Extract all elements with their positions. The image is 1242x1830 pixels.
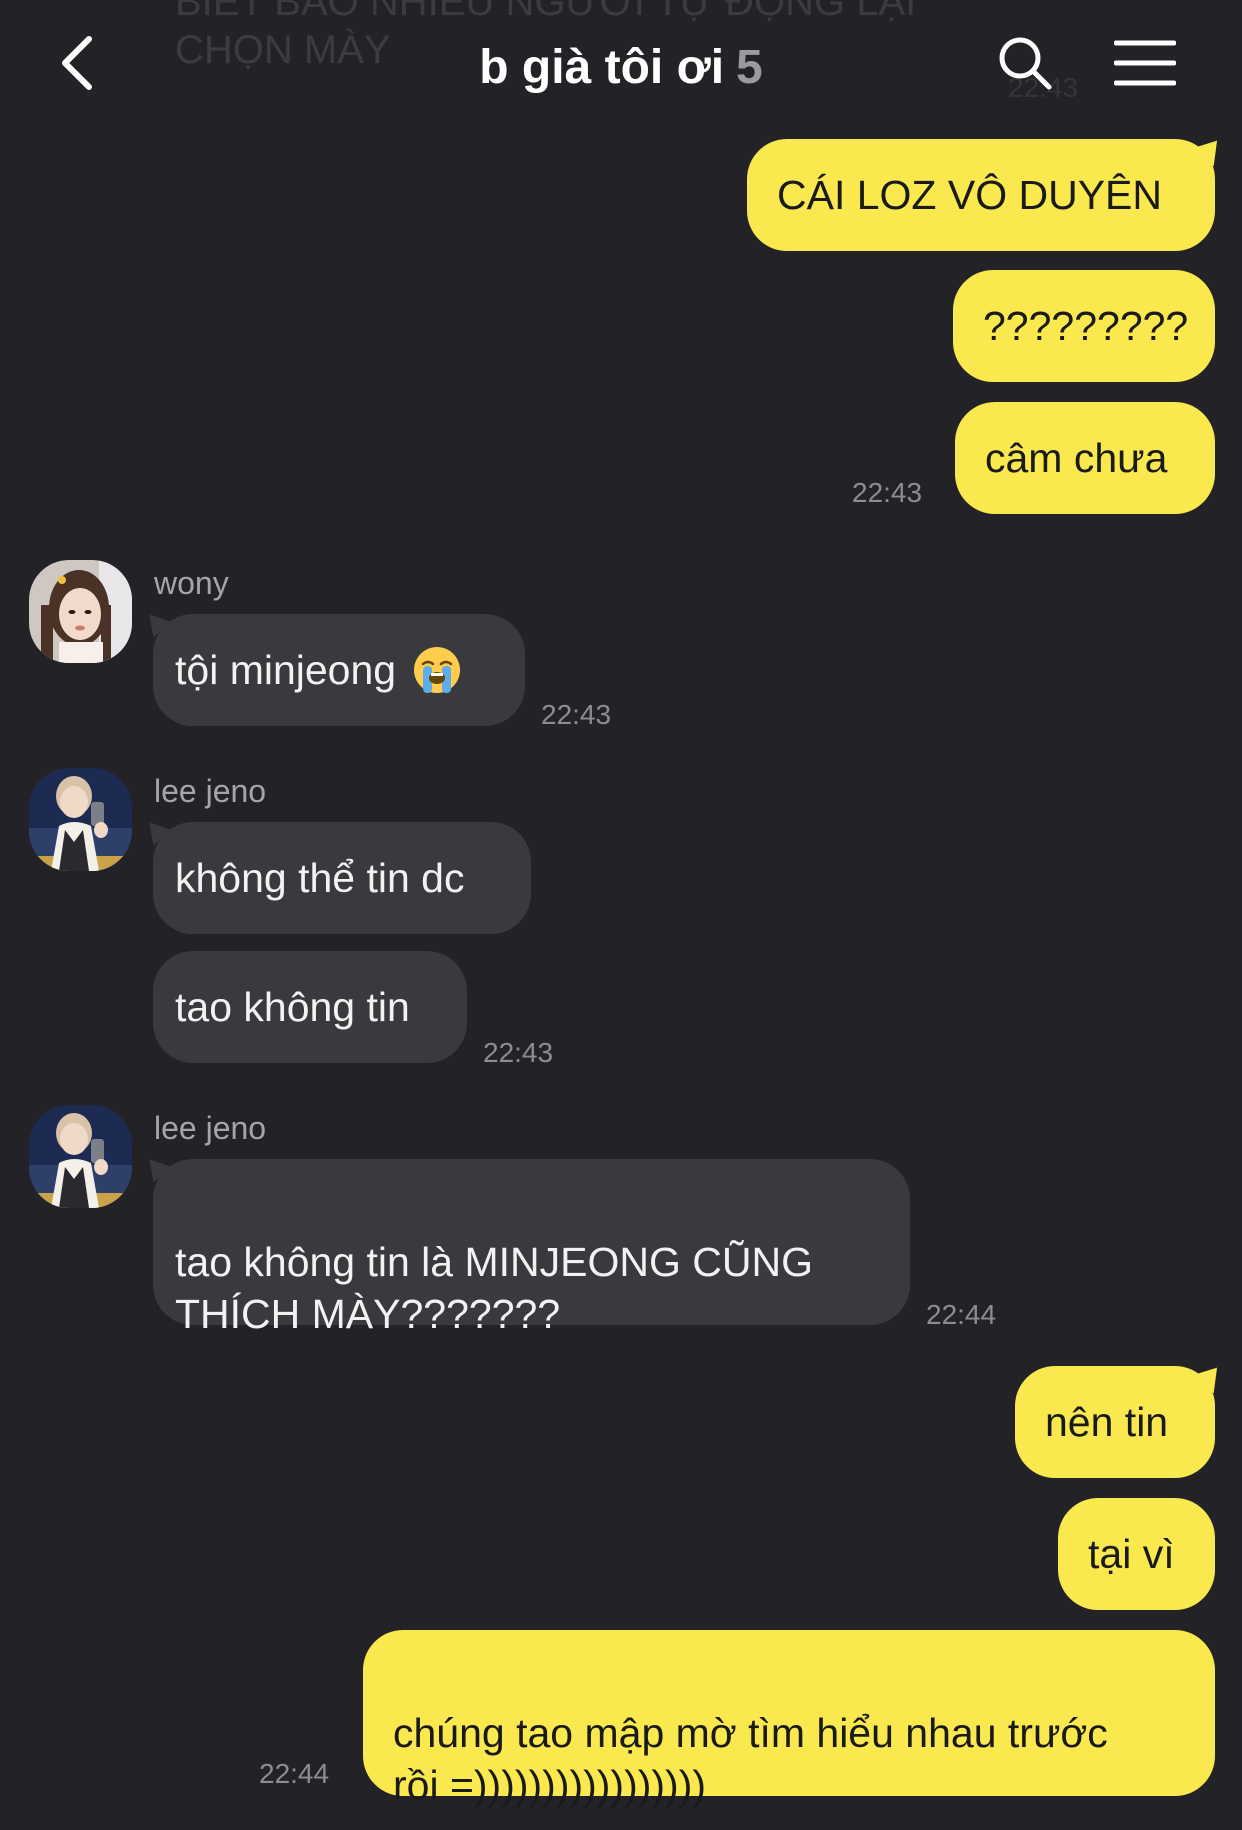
lee-jeno-avatar-photo bbox=[29, 768, 132, 871]
my-message-bubble[interactable]: câm chưa bbox=[955, 402, 1215, 514]
search-button[interactable] bbox=[990, 28, 1060, 98]
message-timestamp: 22:44 bbox=[259, 1758, 330, 1789]
message-text: tao không tin là MINJEONG CŨNG THÍCH MÀY… bbox=[175, 1239, 813, 1337]
chat-header: b già tôi ơi 5 bbox=[0, 0, 1242, 130]
my-message-bubble[interactable]: ????????? bbox=[953, 270, 1215, 382]
chevron-left-icon bbox=[62, 36, 92, 90]
message-timestamp: 22:43 bbox=[483, 1037, 554, 1068]
their-message-bubble[interactable]: không thể tin dc bbox=[153, 822, 531, 934]
hamburger-menu-icon bbox=[1114, 40, 1176, 86]
avatar[interactable] bbox=[29, 560, 132, 663]
chat-title: b già tôi ơi bbox=[479, 41, 725, 94]
chat-title-group[interactable]: b già tôi ơi 5 bbox=[321, 36, 921, 100]
sender-name: lee jeno bbox=[154, 1110, 267, 1146]
loudly-crying-face-icon bbox=[414, 647, 461, 693]
message-timestamp: 22:43 bbox=[541, 699, 612, 730]
message-timestamp: 22:43 bbox=[852, 477, 923, 508]
sender-name: lee jeno bbox=[154, 773, 267, 809]
chat-screen: BIẾT BAO NHIÊU NGƯỜI TỰ ĐỘNG LẠI CHỌN MÀ… bbox=[0, 0, 1242, 1830]
my-message-bubble[interactable]: chúng tao mập mờ tìm hiểu nhau trước rồi… bbox=[363, 1630, 1215, 1808]
avatar[interactable] bbox=[29, 1105, 132, 1208]
message-text: nên tin bbox=[1045, 1399, 1169, 1445]
their-message-bubble[interactable]: tao không tin là MINJEONG CŨNG THÍCH MÀY… bbox=[153, 1159, 910, 1337]
avatar[interactable] bbox=[29, 768, 132, 871]
member-count: 5 bbox=[736, 41, 763, 94]
lee-jeno-avatar-photo bbox=[29, 1105, 132, 1208]
message-text: chúng tao mập mờ tìm hiểu nhau trước rồi… bbox=[393, 1710, 1108, 1808]
message-text: ????????? bbox=[983, 303, 1189, 349]
menu-button[interactable] bbox=[1110, 28, 1180, 98]
my-message-bubble[interactable]: nên tin bbox=[1015, 1366, 1215, 1478]
my-message-bubble[interactable]: CÁI LOZ VÔ DUYÊN bbox=[747, 139, 1215, 251]
message-text: CÁI LOZ VÔ DUYÊN bbox=[777, 172, 1163, 218]
wony-avatar-photo bbox=[29, 560, 132, 663]
message-text: câm chưa bbox=[985, 435, 1168, 481]
message-text: tội minjeong bbox=[175, 647, 397, 693]
message-timestamp: 22:44 bbox=[926, 1299, 997, 1330]
sender-name: wony bbox=[154, 565, 229, 601]
search-icon bbox=[999, 37, 1052, 90]
their-message-bubble[interactable]: tao không tin bbox=[153, 951, 467, 1063]
message-text: tao không tin bbox=[175, 984, 410, 1030]
message-text: tại vì bbox=[1088, 1531, 1175, 1577]
their-message-bubble[interactable]: tội minjeong bbox=[153, 614, 525, 726]
back-button[interactable] bbox=[42, 28, 112, 98]
my-message-bubble[interactable]: tại vì bbox=[1058, 1498, 1215, 1610]
message-text: không thể tin dc bbox=[175, 855, 465, 901]
